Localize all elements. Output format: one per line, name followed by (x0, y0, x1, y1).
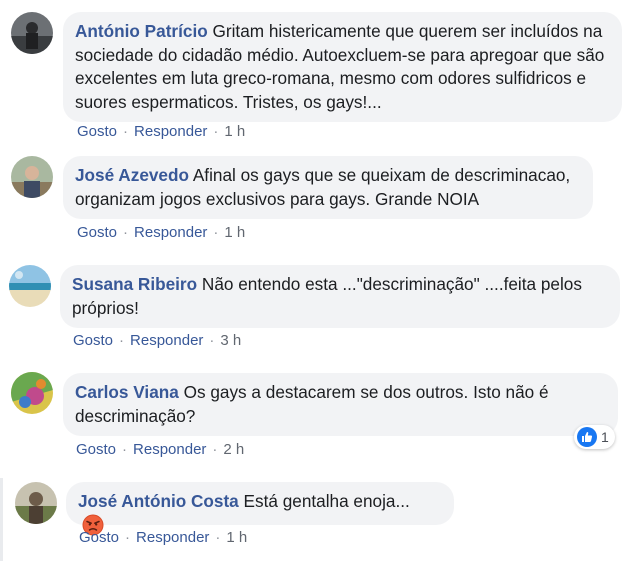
like-button[interactable]: Gosto (79, 529, 119, 546)
comment-time[interactable]: 2 h (223, 441, 244, 458)
comment-time[interactable]: 1 h (224, 224, 245, 241)
reply-button[interactable]: Responder (130, 332, 203, 349)
comment-actions: Gosto · Responder · 1 h (77, 224, 246, 241)
like-button[interactable]: Gosto (76, 441, 116, 458)
comment-bubble: José Azevedo Afinal os gays que se queix… (63, 156, 593, 219)
reply-button[interactable]: Responder (134, 224, 207, 241)
comment-author[interactable]: Susana Ribeiro (72, 274, 197, 294)
reaction-count[interactable]: 1 (574, 425, 615, 449)
like-button[interactable]: Gosto (77, 123, 117, 140)
divider (0, 478, 3, 561)
comment-actions: Gosto · Responder · 3 h (73, 332, 242, 349)
comment-actions: Gosto · Responder · 1 h (79, 529, 248, 546)
avatar[interactable] (11, 156, 53, 198)
comment-bubble: Carlos Viana Os gays a destacarem se dos… (63, 373, 618, 436)
comment-bubble: Susana Ribeiro Não entendo esta ..."desc… (60, 265, 620, 328)
comment-time[interactable]: 3 h (220, 332, 241, 349)
comment-actions: Gosto · Responder · 1 h (77, 123, 246, 140)
reply-button[interactable]: Responder (134, 123, 207, 140)
reply-button[interactable]: Responder (133, 441, 206, 458)
avatar[interactable] (11, 372, 53, 414)
comment-author[interactable]: António Patrício (75, 21, 208, 41)
avatar[interactable] (11, 12, 53, 54)
comment-bubble: António Patrício Gritam histericamente q… (63, 12, 622, 122)
like-icon (577, 427, 597, 447)
comment-author[interactable]: José Azevedo (75, 165, 189, 185)
like-button[interactable]: Gosto (73, 332, 113, 349)
comment-time[interactable]: 1 h (224, 123, 245, 140)
comment-actions: Gosto · Responder · 2 h (76, 441, 245, 458)
reaction-count-value: 1 (601, 429, 609, 445)
comment-author[interactable]: José António Costa (78, 491, 239, 511)
avatar[interactable] (9, 265, 51, 307)
comment-text: Está gentalha enoja... (243, 491, 410, 511)
avatar[interactable] (15, 482, 57, 524)
reply-button[interactable]: Responder (136, 529, 209, 546)
comment-time[interactable]: 1 h (226, 529, 247, 546)
comment-author[interactable]: Carlos Viana (75, 382, 179, 402)
like-button[interactable]: Gosto (77, 224, 117, 241)
comment-bubble: José António Costa Está gentalha enoja..… (66, 482, 454, 535)
